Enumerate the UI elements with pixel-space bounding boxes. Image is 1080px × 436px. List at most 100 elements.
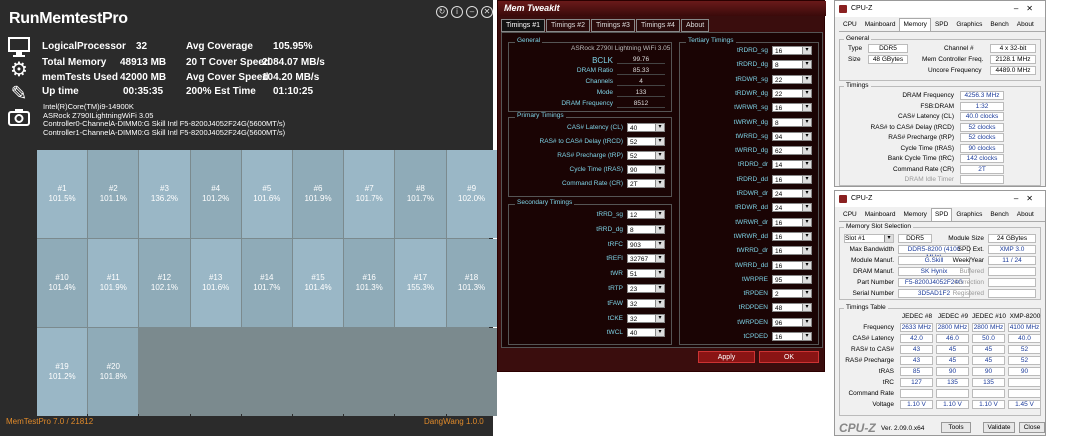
timing-label: tWR (610, 270, 623, 278)
clean-icon[interactable]: ✎ (6, 82, 32, 106)
timing-value[interactable]: 16 (772, 103, 812, 113)
close-button[interactable]: Close (1019, 422, 1045, 433)
timing-value[interactable]: 24 (772, 189, 812, 198)
timing-label: tWRPDEN (737, 318, 768, 326)
timing-value[interactable]: 40 (627, 123, 665, 132)
tab-timings-2[interactable]: Timings #2 (545, 19, 590, 32)
system-info: Intel(R)Core(TM)i9-14900K ASRock Z790ILi… (43, 102, 285, 137)
thread-id: #9 (467, 184, 477, 193)
timing-value[interactable]: 903 (627, 239, 665, 249)
cpuz-title-text: CPU-Z (851, 5, 873, 12)
cpuz-tabs: CPU Mainboard Memory SPD Graphics Bench About (839, 208, 1045, 222)
tab-timings-1[interactable]: Timings #1 (501, 19, 545, 32)
timing-label: Cycle Time (tRAS) (900, 144, 954, 152)
timing-value[interactable]: 40 (627, 328, 665, 338)
timing-value[interactable]: 32 (627, 313, 665, 323)
spd-label: Module Manuf. (851, 257, 894, 264)
timing-label: tWRRD_dg (735, 147, 768, 155)
tab-cpu[interactable]: CPU (839, 208, 861, 221)
timing-value[interactable]: 52 (627, 137, 665, 146)
empty-cell (241, 328, 292, 416)
tab-about[interactable]: About (680, 19, 710, 32)
timing-label: RAS# Precharge (tRP) (888, 134, 954, 141)
timing-value[interactable]: 2T (627, 179, 665, 188)
timing-value[interactable]: 16 (772, 46, 812, 55)
tab-graphics[interactable]: Graphics (952, 208, 986, 221)
timing-value[interactable]: 16 (772, 332, 812, 341)
tab-graphics[interactable]: Graphics (952, 18, 986, 31)
tab-memory[interactable]: Memory (899, 18, 931, 31)
thread-id: #17 (413, 273, 428, 282)
thread-coverage: 136.2% (150, 194, 179, 203)
timing-value[interactable]: 48 (772, 303, 812, 313)
stat-value: 00:35:35 (123, 86, 164, 97)
info-icon[interactable]: i (451, 6, 463, 18)
timing-label: tRFC (607, 240, 623, 248)
window-controls[interactable]: –✕ (1014, 1, 1041, 17)
minimize-icon[interactable]: – (466, 6, 478, 18)
tab-cpu[interactable]: CPU (839, 18, 861, 31)
timing-label: RAS# to CAS# Delay (tRCD) (870, 123, 954, 131)
refresh-icon[interactable]: ↻ (436, 6, 448, 18)
close-icon[interactable]: ✕ (481, 6, 493, 18)
thread-coverage: 101.4% (48, 283, 76, 292)
timing-value[interactable]: 52 (627, 151, 665, 160)
timing-value[interactable]: 95 (772, 274, 812, 284)
tools-button[interactable]: Tools (941, 422, 971, 433)
timing-label: tWRWR_sg (734, 104, 768, 112)
table-cell: 45 (972, 356, 1005, 365)
tab-spd[interactable]: SPD (930, 208, 953, 221)
timing-value[interactable]: 62 (772, 146, 812, 156)
spd-label: Buffered (959, 268, 984, 275)
tab-mainboard[interactable]: Mainboard (861, 18, 900, 31)
gear-icon[interactable]: ⚙ (6, 58, 32, 82)
timing-value[interactable]: 8 (627, 224, 665, 234)
tab-timings-4[interactable]: Timings #4 (635, 19, 680, 32)
timing-value[interactable]: 8 (772, 117, 812, 127)
timing-value[interactable]: 32 (627, 298, 665, 308)
timing-value[interactable]: 2 (772, 289, 812, 299)
tab-memory[interactable]: Memory (899, 208, 930, 221)
tab-bench[interactable]: Bench (986, 208, 1012, 221)
timing-value[interactable]: 12 (627, 210, 665, 219)
timing-value[interactable]: 51 (627, 269, 665, 279)
thread-id: #6 (313, 184, 323, 193)
tab-bench[interactable]: Bench (986, 18, 1012, 31)
validate-button[interactable]: Validate (983, 422, 1015, 433)
ok-button[interactable]: OK (759, 351, 819, 363)
monitor-icon[interactable] (6, 36, 32, 60)
timing-value[interactable]: 96 (772, 317, 812, 327)
timing-value[interactable]: 23 (627, 284, 665, 293)
timing-label: FSB:DRAM (920, 102, 954, 110)
slot-select[interactable]: Slot #1 (844, 234, 894, 243)
timing-value[interactable]: 22 (772, 88, 812, 98)
tab-about[interactable]: About (1013, 208, 1038, 221)
timing-value[interactable]: 16 (772, 174, 812, 184)
timing-value[interactable]: 16 (772, 217, 812, 227)
tab-about[interactable]: About (1013, 18, 1038, 31)
window-controls[interactable]: –✕ (1014, 191, 1041, 207)
tab-spd[interactable]: SPD (931, 18, 952, 31)
tab-mainboard[interactable]: Mainboard (861, 208, 900, 221)
stat-label: Avg Coverage (186, 41, 253, 52)
general-group: General ASRock Z790I Lightning WiFi 3.05… (508, 37, 672, 112)
cpuz-brand: CPU-Z (839, 421, 876, 435)
timing-label: tRPDEN (743, 290, 768, 298)
timing-value[interactable]: 22 (772, 74, 812, 84)
timing-value[interactable]: 8 (772, 60, 812, 70)
timing-value[interactable]: 90 (627, 165, 665, 174)
tab-timings-3[interactable]: Timings #3 (590, 19, 635, 32)
table-cell (1008, 378, 1041, 387)
timing-value[interactable]: 14 (772, 160, 812, 170)
size-value: 48 GBytes (868, 55, 908, 64)
timing-label: tRDRD_dd (736, 175, 768, 183)
timing-value[interactable]: 16 (772, 231, 812, 241)
timing-value[interactable]: 32767 (627, 254, 665, 264)
timing-value[interactable]: 16 (772, 260, 812, 270)
camera-icon[interactable] (6, 108, 32, 132)
timing-value[interactable]: 16 (772, 246, 812, 256)
apply-button[interactable]: Apply (698, 351, 755, 363)
timing-value[interactable]: 24 (772, 203, 812, 213)
timing-value[interactable]: 94 (772, 131, 812, 141)
mcf-value: 2128.1 MHz (990, 55, 1036, 64)
